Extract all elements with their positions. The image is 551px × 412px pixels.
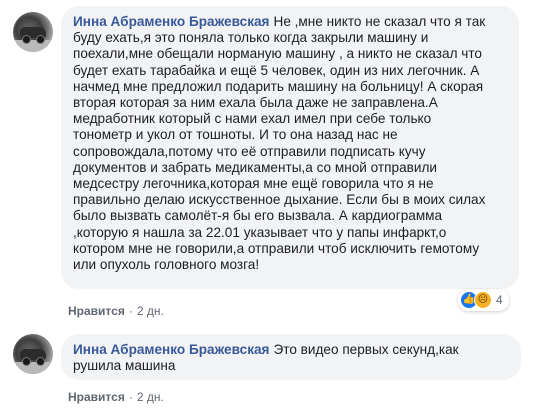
- avatar-wheel: [22, 357, 31, 366]
- avatar[interactable]: [13, 12, 53, 52]
- avatar-wheel: [36, 357, 45, 366]
- separator: ·: [128, 304, 133, 318]
- avatar-wheel: [22, 35, 31, 44]
- comment-text: Не ,мне никто не сказал что я так буду е…: [73, 14, 486, 273]
- comment-timestamp[interactable]: 2 дн.: [137, 304, 164, 318]
- avatar-ground: [13, 40, 53, 52]
- reaction-summary[interactable]: 👍 ☹ 4: [458, 289, 509, 311]
- avatar-ground: [13, 362, 53, 374]
- comment-author[interactable]: Инна Абраменко Бражевская: [73, 342, 270, 357]
- sad-icon: ☹: [474, 291, 492, 309]
- comment-bubble: Инна Абраменко Бражевская Не ,мне никто н…: [61, 6, 519, 289]
- comment-actions: Нравится · 2 дн.: [68, 304, 164, 318]
- separator: ·: [128, 390, 133, 404]
- avatar-wheel: [36, 35, 45, 44]
- like-button[interactable]: Нравится: [68, 390, 125, 404]
- comment-author[interactable]: Инна Абраменко Бражевская: [73, 14, 270, 29]
- comment-timestamp[interactable]: 2 дн.: [137, 390, 164, 404]
- comment-actions: Нравится · 2 дн.: [68, 390, 164, 404]
- comment-bubble: Инна Абраменко Бражевская Это видео первы…: [61, 334, 521, 380]
- like-button[interactable]: Нравится: [68, 304, 125, 318]
- reaction-count: 4: [496, 293, 503, 307]
- avatar[interactable]: [13, 334, 53, 374]
